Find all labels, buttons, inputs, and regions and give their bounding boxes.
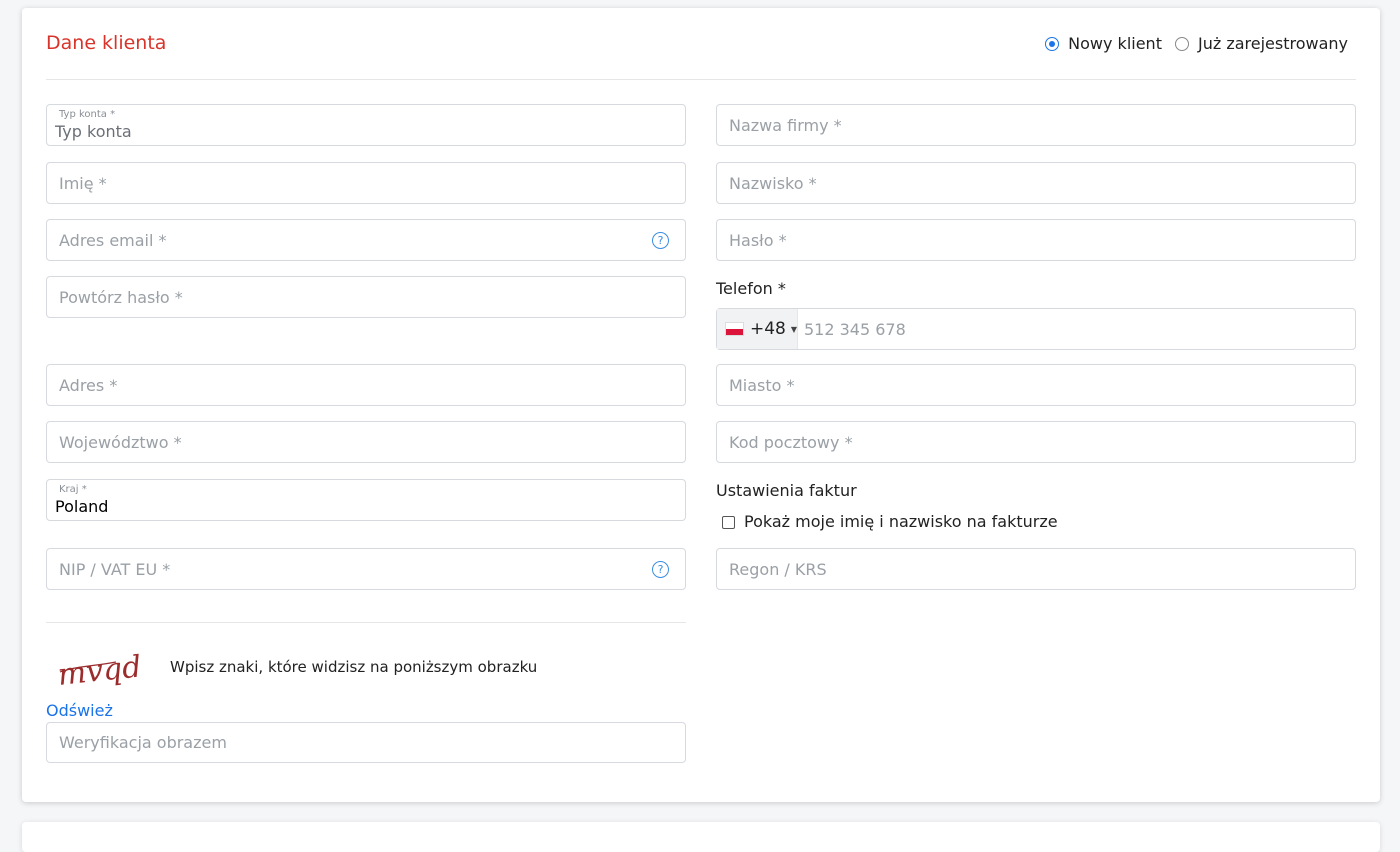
customer-data-card: Dane klienta Nowy klient Już zarejestrow… bbox=[22, 8, 1380, 802]
password-input[interactable] bbox=[717, 220, 1355, 260]
captcha-input[interactable] bbox=[47, 723, 685, 762]
phone-field[interactable]: +48 ▼ bbox=[716, 308, 1356, 350]
account-type-label: Typ konta * bbox=[59, 109, 116, 120]
captcha-instruction: Wpisz znaki, które widzisz na poniższym … bbox=[170, 658, 538, 676]
phone-prefix-value: +48 bbox=[749, 319, 786, 339]
country-value: Poland bbox=[55, 497, 109, 516]
captcha-refresh-link[interactable]: Odśwież bbox=[46, 701, 113, 720]
country-select[interactable]: Kraj * Poland bbox=[46, 479, 686, 521]
first-name-field[interactable] bbox=[46, 162, 686, 204]
postal-code-input[interactable] bbox=[717, 422, 1355, 462]
page-title: Dane klienta bbox=[46, 32, 167, 54]
radio-registered-client[interactable]: Już zarejestrowany bbox=[1174, 34, 1348, 53]
address-field[interactable] bbox=[46, 364, 686, 406]
email-input[interactable] bbox=[47, 220, 685, 260]
phone-country-selector[interactable]: +48 ▼ bbox=[717, 309, 798, 349]
captcha-text: mvqd bbox=[56, 649, 143, 690]
account-type-value: Typ konta bbox=[55, 122, 132, 141]
nip-help-icon[interactable]: ? bbox=[652, 561, 669, 578]
radio-checked-icon[interactable] bbox=[1045, 36, 1060, 51]
first-name-input[interactable] bbox=[47, 163, 685, 203]
postal-code-field[interactable] bbox=[716, 421, 1356, 463]
last-name-input[interactable] bbox=[717, 163, 1355, 203]
phone-label: Telefon * bbox=[716, 279, 786, 298]
caret-down-icon: ▼ bbox=[790, 324, 797, 334]
nip-field[interactable]: ? bbox=[46, 548, 686, 590]
company-name-field[interactable] bbox=[716, 104, 1356, 146]
header-divider bbox=[46, 79, 1356, 80]
captcha-image: mvqd bbox=[56, 649, 143, 690]
province-input[interactable] bbox=[47, 422, 685, 462]
phone-input[interactable] bbox=[717, 309, 1355, 349]
last-name-field[interactable] bbox=[716, 162, 1356, 204]
account-type-select[interactable]: Typ konta * Typ konta bbox=[46, 104, 686, 146]
invoice-settings-heading: Ustawienia faktur bbox=[716, 481, 857, 500]
radio-unchecked-icon[interactable] bbox=[1174, 36, 1189, 51]
regon-input[interactable] bbox=[717, 549, 1355, 589]
radio-new-client-label: Nowy klient bbox=[1068, 34, 1162, 53]
show-name-on-invoice-label[interactable]: Pokaż moje imię i nazwisko na fakturze bbox=[744, 512, 1058, 531]
regon-field[interactable] bbox=[716, 548, 1356, 590]
poland-flag-icon bbox=[725, 322, 744, 336]
province-field[interactable] bbox=[46, 421, 686, 463]
next-section-card bbox=[22, 822, 1380, 852]
client-type-radio-group: Nowy klient Już zarejestrowany bbox=[1032, 34, 1348, 53]
repeat-password-field[interactable] bbox=[46, 276, 686, 318]
city-field[interactable] bbox=[716, 364, 1356, 406]
nip-input[interactable] bbox=[47, 549, 685, 589]
city-input[interactable] bbox=[717, 365, 1355, 405]
address-input[interactable] bbox=[47, 365, 685, 405]
password-field[interactable] bbox=[716, 219, 1356, 261]
radio-new-client[interactable]: Nowy klient bbox=[1045, 34, 1162, 53]
email-field[interactable]: ? bbox=[46, 219, 686, 261]
email-help-icon[interactable]: ? bbox=[652, 232, 669, 249]
captcha-divider bbox=[46, 622, 686, 623]
radio-registered-client-label: Już zarejestrowany bbox=[1197, 34, 1348, 53]
repeat-password-input[interactable] bbox=[47, 277, 685, 317]
show-name-on-invoice-checkbox[interactable] bbox=[722, 516, 735, 529]
country-label: Kraj * bbox=[59, 484, 87, 495]
captcha-field[interactable] bbox=[46, 722, 686, 763]
company-name-input[interactable] bbox=[717, 105, 1355, 145]
